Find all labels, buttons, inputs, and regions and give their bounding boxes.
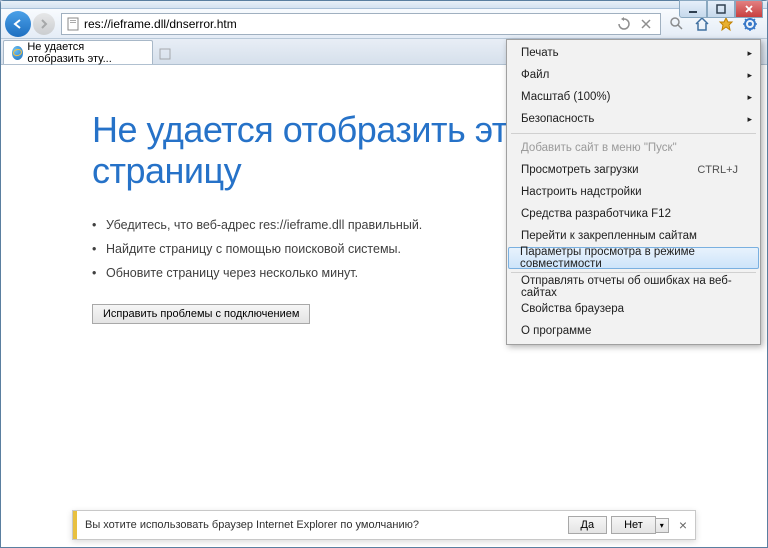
forward-button[interactable] [33,13,55,35]
browser-window: Не удается отобразить эту... Не удается … [0,0,768,548]
menu-f12[interactable]: Средства разработчика F12 [509,203,758,225]
menu-internet-options[interactable]: Свойства браузера [509,298,758,320]
menu-compat-view[interactable]: Параметры просмотра в режиме совместимос… [508,247,759,269]
menu-about[interactable]: О программе [509,320,758,342]
menu-print[interactable]: Печать [509,42,758,64]
tab-title: Не удается отобразить эту... [27,41,144,65]
menu-view-downloads[interactable]: Просмотреть загрузкиCTRL+J [509,159,758,181]
search-icon[interactable] [667,14,687,34]
nav-toolbar [1,9,767,39]
address-input[interactable] [84,17,614,31]
menu-zoom[interactable]: Масштаб (100%) [509,86,758,108]
titlebar [1,1,767,9]
infobar-accent [73,511,77,539]
tools-menu: Печать Файл Масштаб (100%) Безопасность … [506,39,761,345]
back-button[interactable] [5,11,31,37]
menu-add-to-start: Добавить сайт в меню "Пуск" [509,137,758,159]
tab-active[interactable]: Не удается отобразить эту... [3,40,153,64]
address-bar[interactable] [61,13,661,35]
menu-safety[interactable]: Безопасность [509,108,758,130]
menu-separator [511,272,756,273]
ie-logo-icon [12,46,23,60]
refresh-icon[interactable] [614,14,634,34]
infobar-text: Вы хотите использовать браузер Internet … [85,519,564,531]
close-button[interactable] [735,0,763,18]
menu-shortcut: CTRL+J [697,164,738,176]
menu-file[interactable]: Файл [509,64,758,86]
notification-bar: Вы хотите использовать браузер Internet … [72,510,696,540]
menu-addons[interactable]: Настроить надстройки [509,181,758,203]
new-tab-button[interactable] [155,44,175,64]
yes-button[interactable]: Да [568,516,608,534]
no-dropdown[interactable]: ▾ [655,518,669,533]
maximize-button[interactable] [707,0,735,18]
infobar-close-icon[interactable]: × [679,517,687,533]
no-button[interactable]: Нет [611,516,656,534]
menu-pinned-sites[interactable]: Перейти к закрепленным сайтам [509,225,758,247]
page-icon [66,17,80,31]
menu-separator [511,133,756,134]
menu-report-errors[interactable]: Отправлять отчеты об ошибках на веб-сайт… [509,276,758,298]
fix-connection-button[interactable]: Исправить проблемы с подключением [92,304,310,324]
stop-icon[interactable] [636,14,656,34]
